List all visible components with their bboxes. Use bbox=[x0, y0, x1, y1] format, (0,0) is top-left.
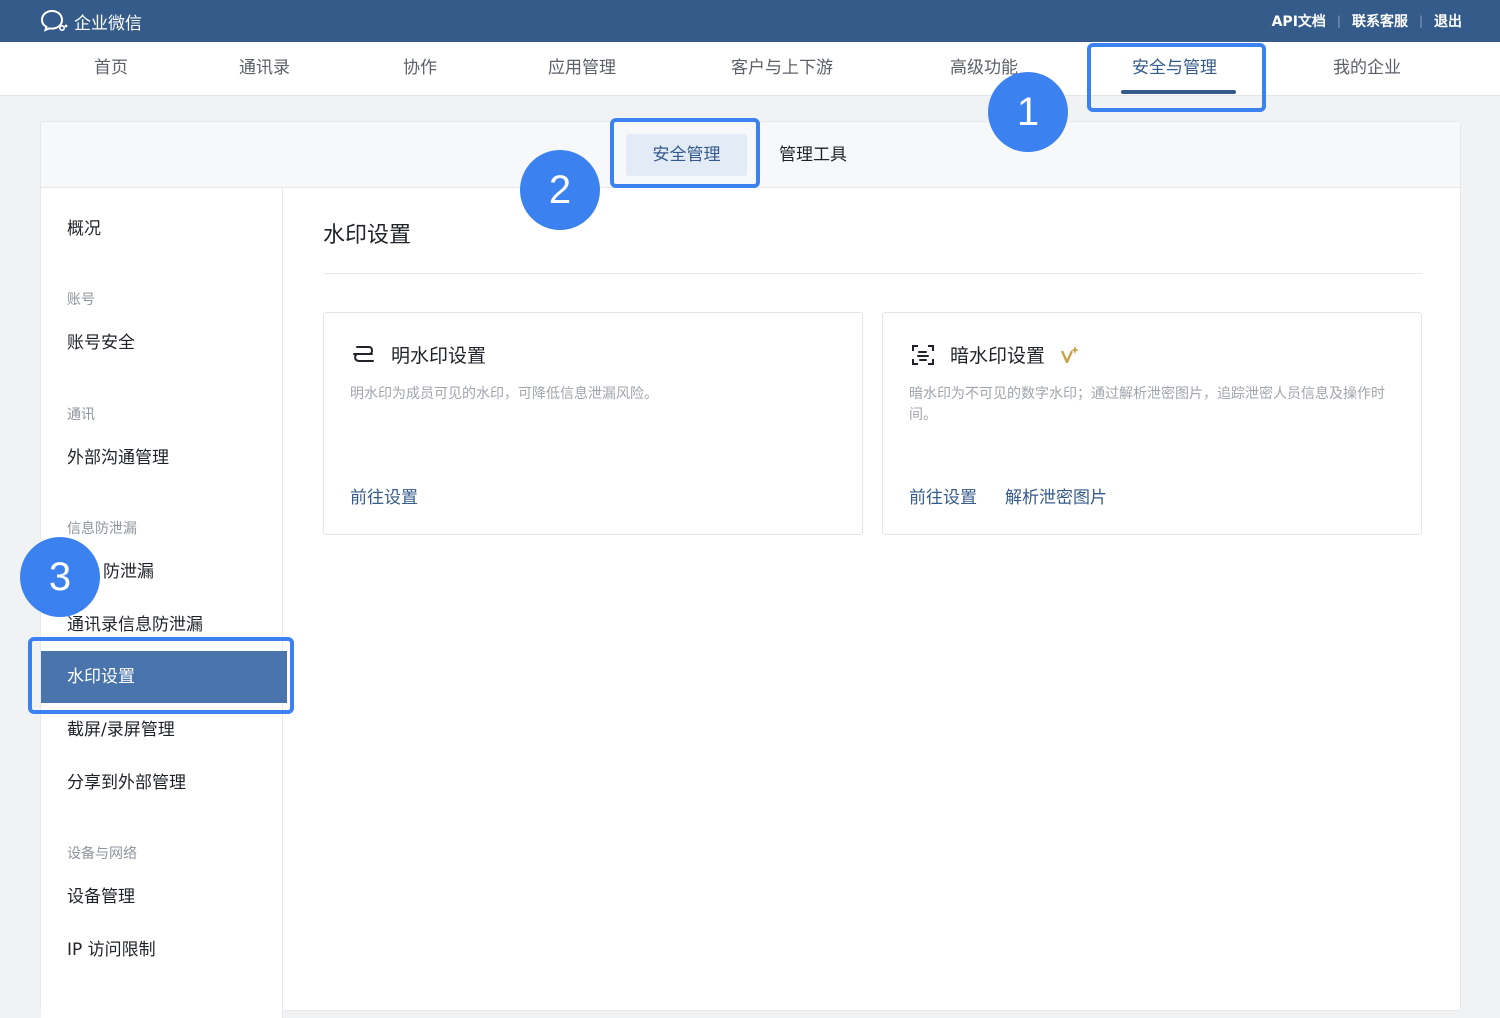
nav-collaboration[interactable]: 协作 bbox=[403, 42, 437, 96]
sub-tabs: 安全管理 管理工具 bbox=[41, 122, 1460, 188]
nav-contacts[interactable]: 通讯录 bbox=[239, 42, 290, 96]
sidebar-item-device-management[interactable]: 设备管理 bbox=[41, 878, 282, 916]
card-description: 明水印为成员可见的水印，可降低信息泄漏风险。 bbox=[350, 386, 658, 402]
tab-management-tools[interactable]: 管理工具 bbox=[779, 134, 847, 176]
active-tab-underline bbox=[1121, 90, 1236, 94]
step-badge-1: 1 bbox=[988, 72, 1068, 152]
brand[interactable]: 企业微信 bbox=[40, 9, 142, 34]
goto-settings-link[interactable]: 前往设置 bbox=[909, 483, 977, 508]
sidebar-group-account: 账号 bbox=[67, 292, 95, 308]
divider: | bbox=[1336, 14, 1341, 28]
sidebar-item-screen-capture[interactable]: 截屏/录屏管理 bbox=[41, 711, 282, 749]
sidebar-item-account-security[interactable]: 账号安全 bbox=[41, 324, 282, 362]
sidebar-item-share-external[interactable]: 分享到外部管理 bbox=[41, 764, 282, 802]
card-description: 暗水印为不可见的数字水印；通过解析泄密图片，追踪泄密人员信息及操作时间。 bbox=[909, 386, 1385, 423]
card-actions: 前往设置 解析泄密图片 bbox=[909, 483, 1107, 508]
nav-security-management[interactable]: 安全与管理 bbox=[1132, 42, 1217, 96]
top-bar: 企业微信 API文档 | 联系客服 | 退出 bbox=[0, 0, 1500, 42]
top-links: API文档 | 联系客服 | 退出 bbox=[1272, 11, 1462, 31]
card-header: 明水印设置 bbox=[351, 341, 486, 368]
nav-my-enterprise[interactable]: 我的企业 bbox=[1333, 42, 1401, 96]
sidebar-item-external-communication[interactable]: 外部沟通管理 bbox=[41, 439, 282, 477]
sidebar-group-device-network: 设备与网络 bbox=[67, 846, 137, 862]
contact-support-link[interactable]: 联系客服 bbox=[1352, 11, 1408, 31]
brand-name: 企业微信 bbox=[74, 13, 142, 34]
step-badge-3: 3 bbox=[20, 537, 100, 617]
main-nav: 首页 通讯录 协作 应用管理 客户与上下游 高级功能 安全与管理 我的企业 bbox=[0, 42, 1500, 96]
goto-settings-link[interactable]: 前往设置 bbox=[350, 483, 418, 508]
card-actions: 前往设置 bbox=[350, 483, 418, 508]
step-badge-2: 2 bbox=[520, 150, 600, 230]
logout-link[interactable]: 退出 bbox=[1434, 11, 1462, 31]
sidebar-item-watermark[interactable]: 水印设置 bbox=[41, 651, 287, 703]
visible-watermark-card: 明水印设置 明水印为成员可见的水印，可降低信息泄漏风险。 前往设置 bbox=[323, 312, 863, 535]
nav-customers[interactable]: 客户与上下游 bbox=[731, 42, 833, 96]
card-title: 明水印设置 bbox=[391, 345, 487, 367]
divider: | bbox=[1418, 14, 1423, 28]
sidebar-group-communication: 通讯 bbox=[67, 407, 95, 423]
analyze-leak-image-link[interactable]: 解析泄密图片 bbox=[1005, 483, 1107, 508]
api-docs-link[interactable]: API文档 bbox=[1272, 11, 1326, 31]
nav-app-management[interactable]: 应用管理 bbox=[548, 42, 616, 96]
sidebar-item-ip-restriction[interactable]: IP 访问限制 bbox=[41, 931, 282, 969]
invisible-watermark-icon bbox=[912, 344, 934, 365]
tab-security-management[interactable]: 安全管理 bbox=[626, 134, 747, 176]
sidebar-item-overview[interactable]: 概况 bbox=[41, 210, 282, 248]
main-panel: 安全管理 管理工具 概况 账号 账号安全 通讯 外部沟通管理 信息防泄漏 防泄漏… bbox=[40, 121, 1461, 1018]
sparkle-icon bbox=[1060, 345, 1080, 363]
wecom-logo-icon bbox=[40, 9, 68, 32]
page-title: 水印设置 bbox=[323, 223, 412, 248]
card-header: 暗水印设置 bbox=[910, 341, 1081, 368]
card-title: 暗水印设置 bbox=[950, 345, 1046, 367]
divider bbox=[323, 273, 1422, 274]
invisible-watermark-card: 暗水印设置 暗水印为不可见的数字水印；通过解析泄密图片，追踪泄密人员信息及操作时… bbox=[882, 312, 1422, 535]
nav-home[interactable]: 首页 bbox=[94, 42, 128, 96]
sidebar-group-leak-prevention: 信息防泄漏 bbox=[67, 521, 137, 537]
visible-watermark-icon bbox=[353, 345, 374, 362]
